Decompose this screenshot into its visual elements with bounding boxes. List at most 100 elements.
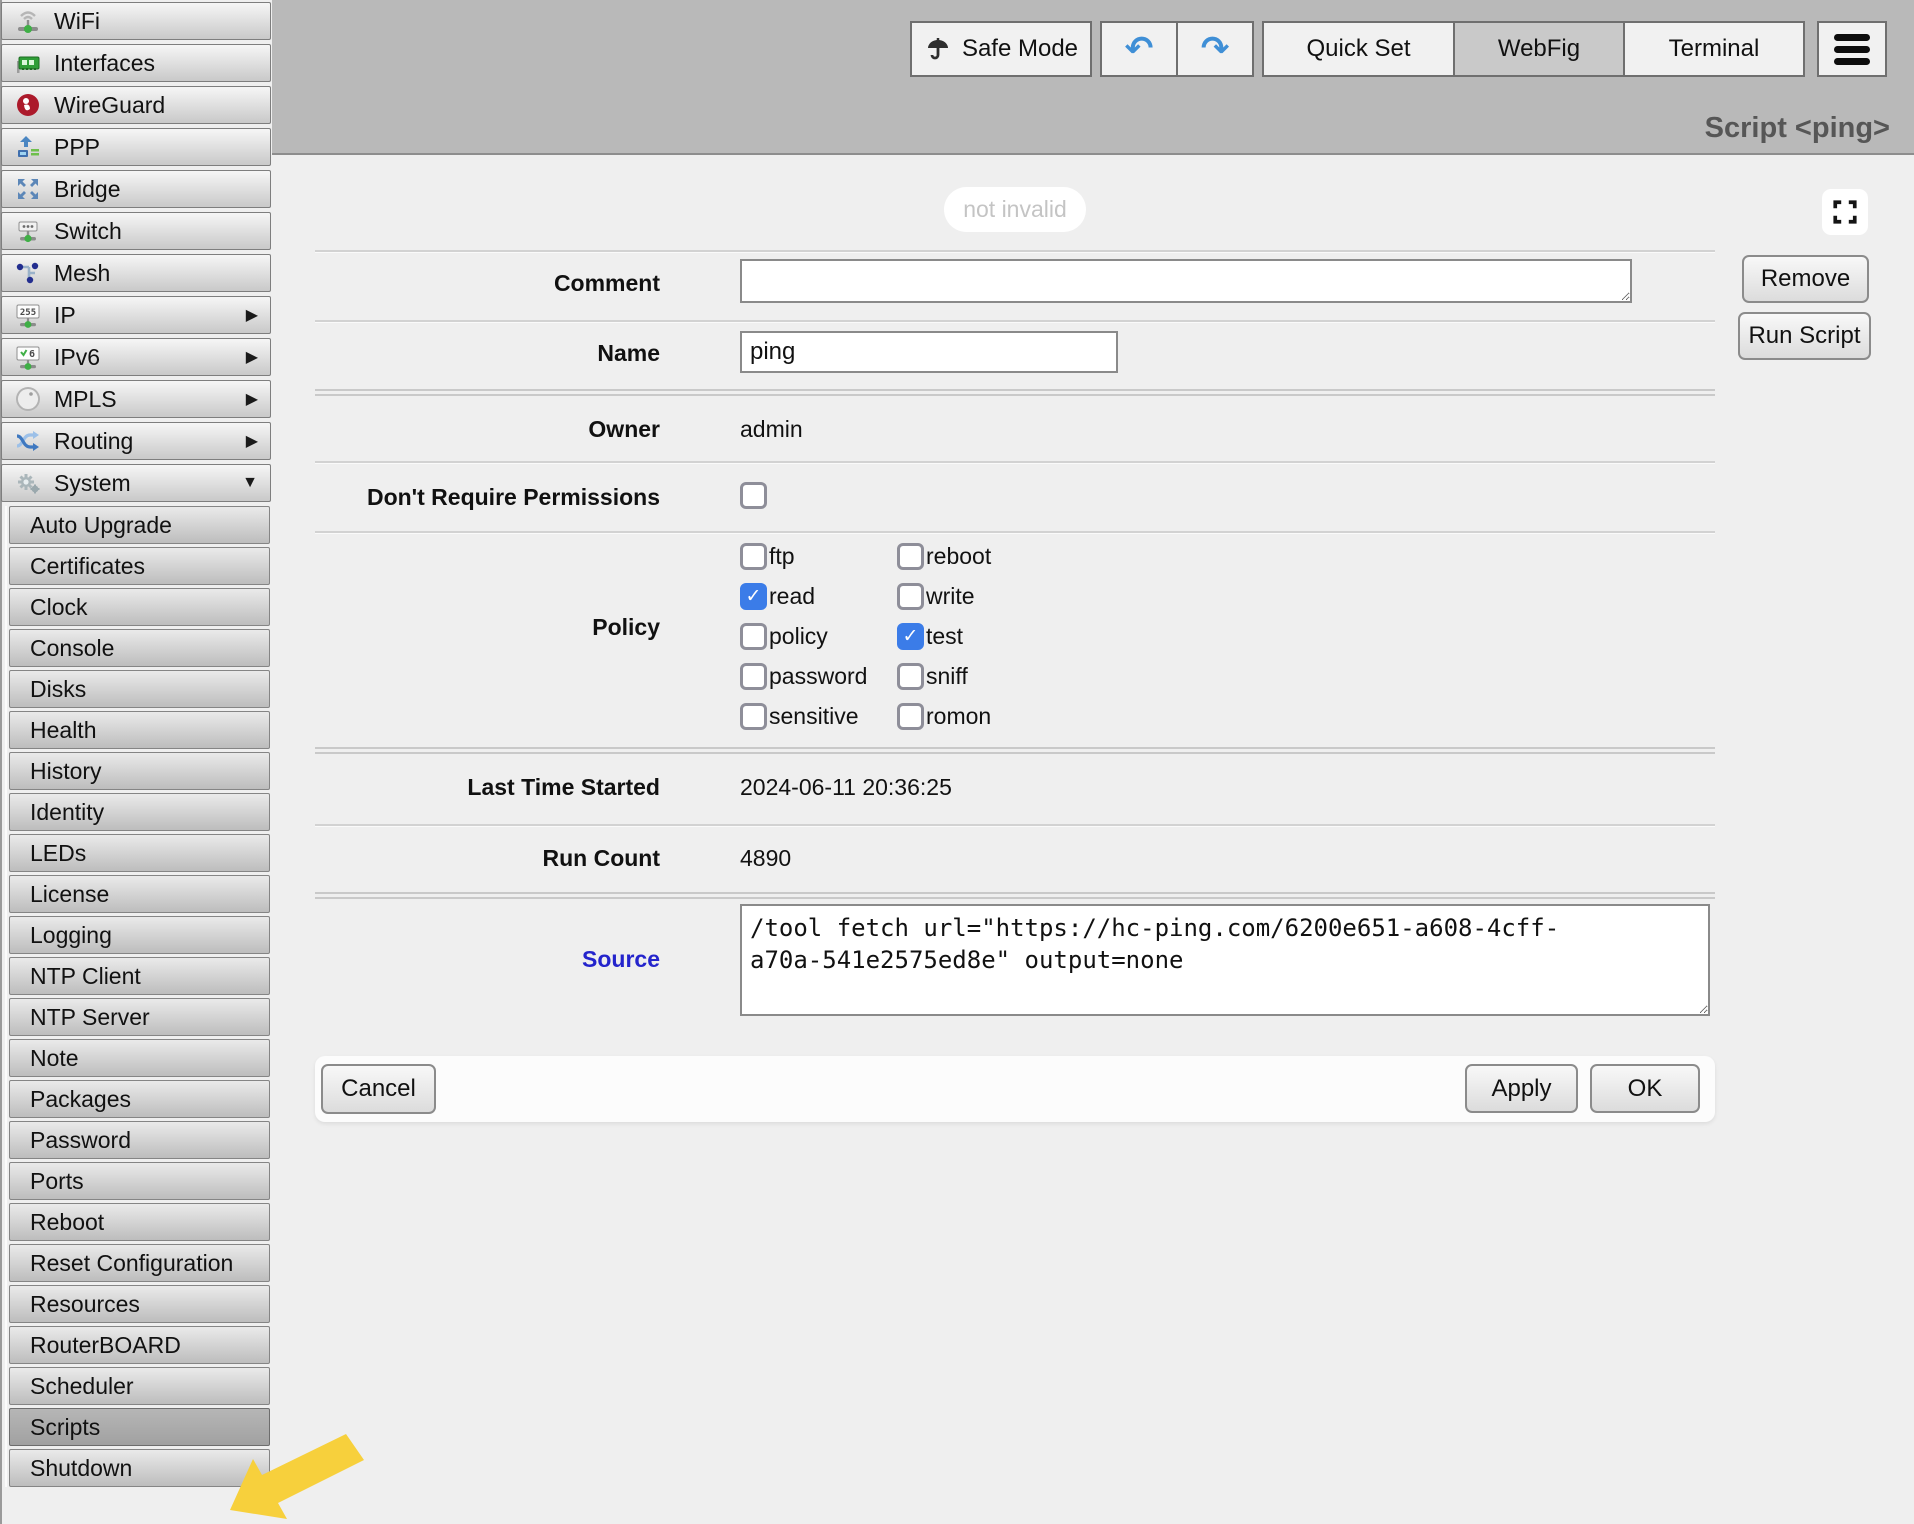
redo-button[interactable]: ↷ bbox=[1176, 21, 1254, 77]
cancel-button[interactable]: Cancel bbox=[321, 1064, 436, 1114]
sidebar-item-clock[interactable]: Clock bbox=[9, 588, 270, 626]
sidebar-item-scheduler[interactable]: Scheduler bbox=[9, 1367, 270, 1405]
expand-indicator: ▶ bbox=[246, 305, 258, 325]
policy-romon-checkbox[interactable]: ✓ bbox=[897, 703, 924, 730]
run-count-value: 4890 bbox=[740, 845, 791, 872]
expand-indicator: ▼ bbox=[242, 474, 258, 492]
sidebar-item-label: MPLS bbox=[54, 386, 117, 413]
sidebar-item-label: Mesh bbox=[54, 260, 110, 287]
sidebar-item-mpls[interactable]: MPLS ▶ bbox=[1, 380, 271, 418]
sidebar-item-disks[interactable]: Disks bbox=[9, 670, 270, 708]
undo-button[interactable]: ↶ bbox=[1100, 21, 1178, 77]
sidebar-item-ports[interactable]: Ports bbox=[9, 1162, 270, 1200]
tab-webfig[interactable]: WebFig bbox=[1453, 21, 1625, 77]
sidebar-item-identity[interactable]: Identity bbox=[9, 793, 270, 831]
mesh-icon bbox=[14, 259, 42, 287]
policy-password-checkbox[interactable]: ✓ bbox=[740, 663, 767, 690]
expand-indicator: ▶ bbox=[246, 347, 258, 367]
safe-mode-button[interactable]: Safe Mode bbox=[910, 21, 1092, 77]
source-input[interactable]: /tool fetch url="https://hc-ping.com/620… bbox=[740, 904, 1710, 1016]
policy-reboot-checkbox[interactable]: ✓ bbox=[897, 543, 924, 570]
terminal-label: Terminal bbox=[1669, 35, 1760, 63]
name-label: Name bbox=[315, 340, 660, 367]
page-title: Script <ping> bbox=[1705, 112, 1890, 145]
wifi-icon bbox=[14, 7, 42, 35]
sidebar-item-ip[interactable]: 255 IP ▶ bbox=[1, 296, 271, 334]
sidebar-item-label: System bbox=[54, 470, 131, 497]
safe-mode-label: Safe Mode bbox=[962, 35, 1078, 63]
sidebar-item-ntp-server[interactable]: NTP Server bbox=[9, 998, 270, 1036]
sidebar-item-note[interactable]: Note bbox=[9, 1039, 270, 1077]
name-input[interactable] bbox=[740, 331, 1118, 373]
policy-sniff-checkbox[interactable]: ✓ bbox=[897, 663, 924, 690]
sidebar-item-wifi[interactable]: WiFi bbox=[1, 2, 271, 40]
sidebar-item-switch[interactable]: Switch bbox=[1, 212, 271, 250]
sidebar-item-console[interactable]: Console bbox=[9, 629, 270, 667]
policy-write-checkbox[interactable]: ✓ bbox=[897, 583, 924, 610]
divider bbox=[315, 531, 1715, 533]
owner-value: admin bbox=[740, 416, 803, 443]
sidebar-item-routing[interactable]: Routing ▶ bbox=[1, 422, 271, 460]
divider bbox=[315, 747, 1715, 754]
sidebar-item-label: Routing bbox=[54, 428, 133, 455]
webfig-app: Safe Mode ↶ ↷ Quick Set WebFig Terminal … bbox=[0, 0, 1914, 1524]
policy-ftp-checkbox[interactable]: ✓ bbox=[740, 543, 767, 570]
sidebar-item-auto-upgrade[interactable]: Auto Upgrade bbox=[9, 506, 270, 544]
remove-button[interactable]: Remove bbox=[1742, 255, 1869, 303]
fullscreen-button[interactable] bbox=[1822, 189, 1868, 235]
sidebar-item-ipv6[interactable]: 6 IPv6 ▶ bbox=[1, 338, 271, 376]
policy-sensitive-checkbox[interactable]: ✓ bbox=[740, 703, 767, 730]
sidebar-item-health[interactable]: Health bbox=[9, 711, 270, 749]
sidebar-item-label: IPv6 bbox=[54, 344, 100, 371]
divider bbox=[315, 892, 1715, 899]
mpls-icon bbox=[14, 385, 42, 413]
sidebar-item-ppp[interactable]: PPP bbox=[1, 128, 271, 166]
sidebar-item-ntp-client[interactable]: NTP Client bbox=[9, 957, 270, 995]
sidebar: WiFi Interfaces WireGuard PPP Bridge bbox=[0, 0, 272, 1524]
sidebar-item-mesh[interactable]: Mesh bbox=[1, 254, 271, 292]
sidebar-item-label: IP bbox=[54, 302, 76, 329]
policy-policy-checkbox[interactable]: ✓ bbox=[740, 623, 767, 650]
sidebar-item-reboot[interactable]: Reboot bbox=[9, 1203, 270, 1241]
sidebar-item-label: Bridge bbox=[54, 176, 120, 203]
tab-terminal[interactable]: Terminal bbox=[1623, 21, 1805, 77]
ipv6-icon: 6 bbox=[14, 343, 42, 371]
menu-button[interactable] bbox=[1817, 21, 1887, 77]
redo-icon: ↷ bbox=[1201, 32, 1230, 66]
bridge-icon bbox=[14, 175, 42, 203]
sidebar-item-logging[interactable]: Logging bbox=[9, 916, 270, 954]
sidebar-item-label: Switch bbox=[54, 218, 122, 245]
dont-require-permissions-checkbox[interactable]: ✓ bbox=[740, 482, 767, 509]
form-button-bar: Cancel Apply OK bbox=[315, 1056, 1715, 1122]
sidebar-item-wireguard[interactable]: WireGuard bbox=[1, 86, 271, 124]
policy-read-checkbox[interactable]: ✓ bbox=[740, 583, 767, 610]
sidebar-item-password[interactable]: Password bbox=[9, 1121, 270, 1159]
apply-button[interactable]: Apply bbox=[1465, 1064, 1578, 1113]
sidebar-item-routerboard[interactable]: RouterBOARD bbox=[9, 1326, 270, 1364]
fullscreen-icon bbox=[1832, 199, 1858, 225]
policy-checkbox-grid: ✓ftp ✓reboot ✓read ✓write ✓policy ✓test … bbox=[740, 543, 991, 730]
run-script-button[interactable]: Run Script bbox=[1738, 312, 1871, 360]
sidebar-item-certificates[interactable]: Certificates bbox=[9, 547, 270, 585]
sidebar-item-reset-configuration[interactable]: Reset Configuration bbox=[9, 1244, 270, 1282]
sidebar-item-history[interactable]: History bbox=[9, 752, 270, 790]
sidebar-item-shutdown[interactable]: Shutdown bbox=[9, 1449, 270, 1487]
divider bbox=[315, 389, 1715, 396]
sidebar-item-system[interactable]: System ▼ bbox=[1, 464, 271, 502]
sidebar-item-interfaces[interactable]: Interfaces bbox=[1, 44, 271, 82]
policy-test-checkbox[interactable]: ✓ bbox=[897, 623, 924, 650]
comment-label: Comment bbox=[315, 270, 660, 297]
sidebar-item-license[interactable]: License bbox=[9, 875, 270, 913]
sidebar-item-leds[interactable]: LEDs bbox=[9, 834, 270, 872]
system-submenu: Auto Upgrade Certificates Clock Console … bbox=[5, 506, 272, 1487]
policy-label: Policy bbox=[315, 614, 660, 641]
tab-quick-set[interactable]: Quick Set bbox=[1262, 21, 1455, 77]
comment-input[interactable] bbox=[740, 259, 1632, 303]
sidebar-item-resources[interactable]: Resources bbox=[9, 1285, 270, 1323]
ok-button[interactable]: OK bbox=[1590, 1064, 1700, 1113]
ppp-icon bbox=[14, 133, 42, 161]
source-label[interactable]: Source bbox=[315, 946, 660, 973]
sidebar-item-bridge[interactable]: Bridge bbox=[1, 170, 271, 208]
sidebar-item-scripts[interactable]: Scripts bbox=[9, 1408, 270, 1446]
sidebar-item-packages[interactable]: Packages bbox=[9, 1080, 270, 1118]
